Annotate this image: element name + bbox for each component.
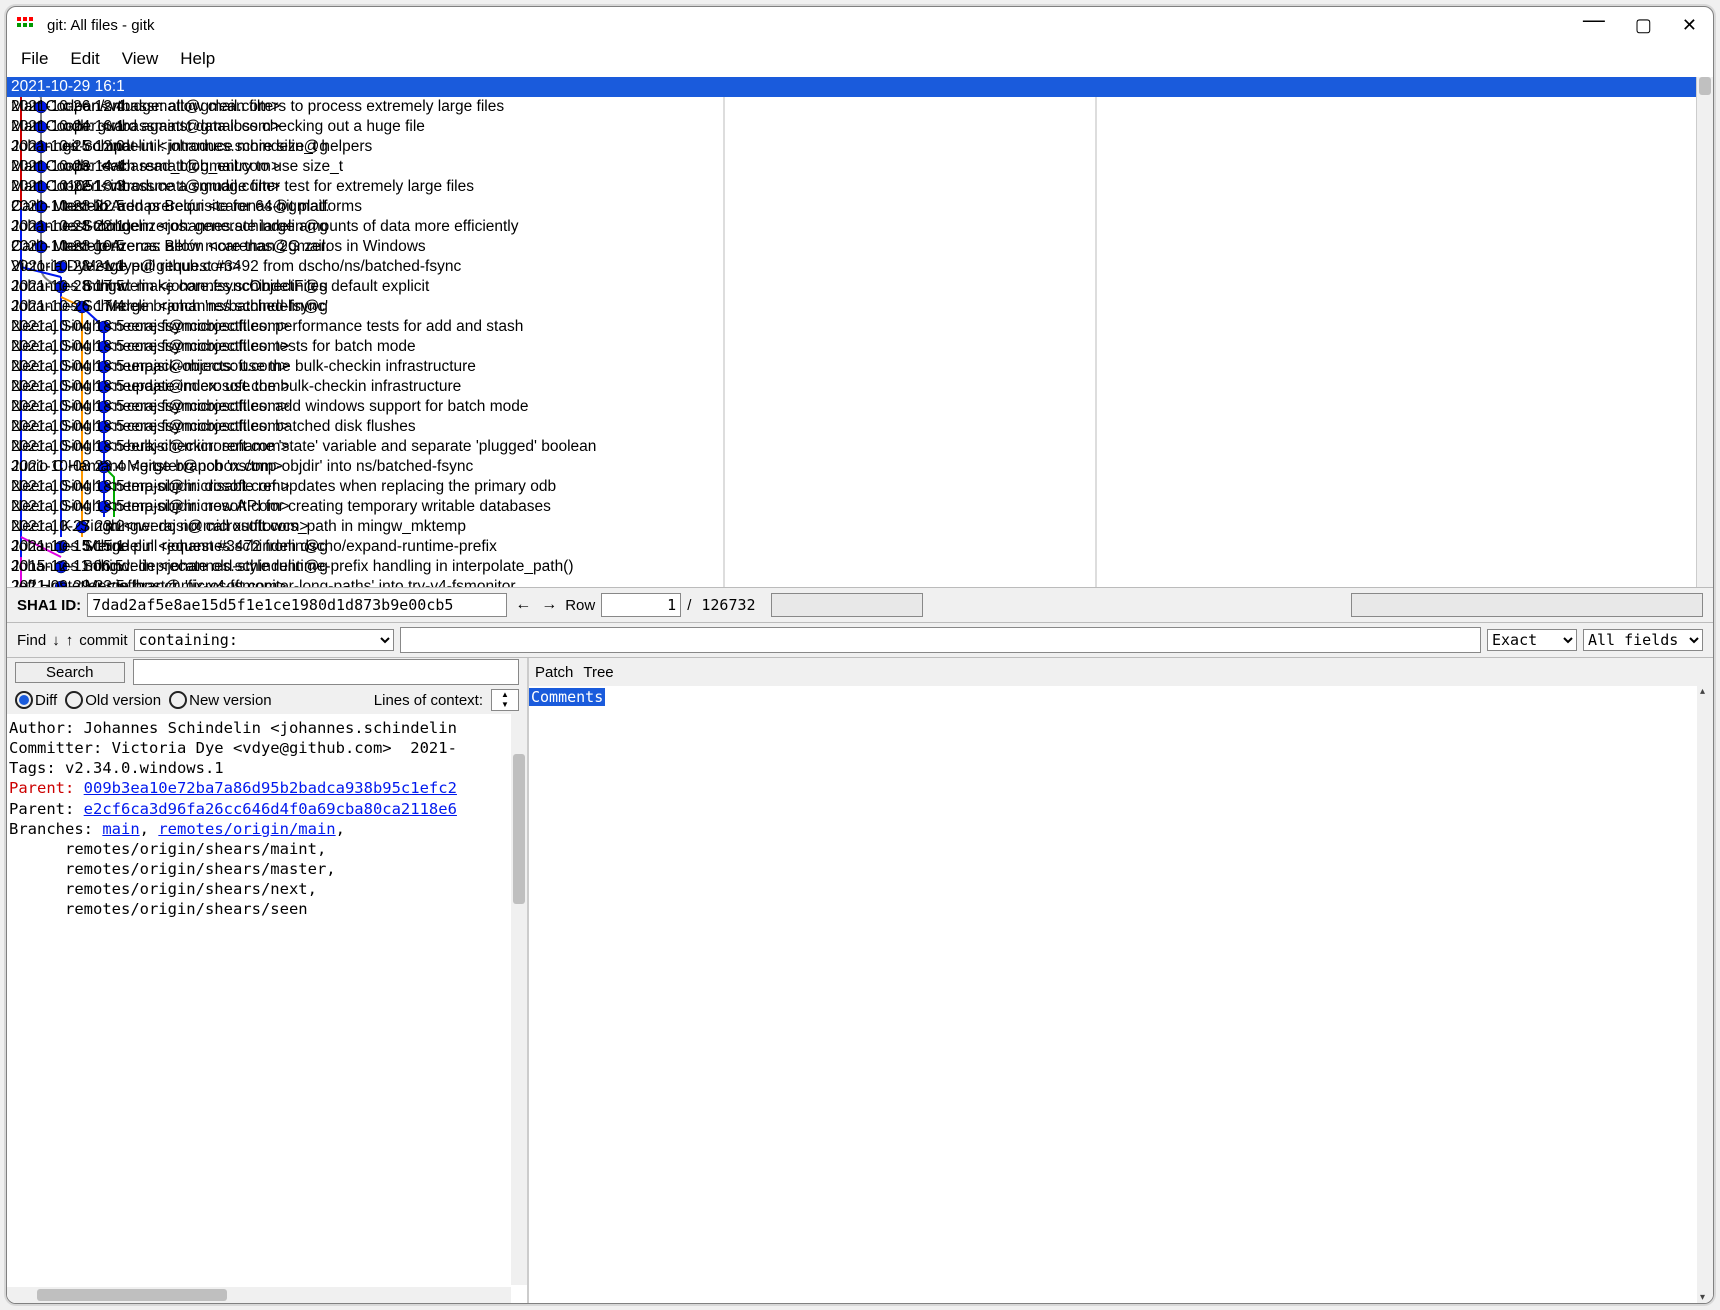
date-cell[interactable]: 2021-10-26 17:4 xyxy=(1095,297,1696,317)
date-cell[interactable]: 2021-10-15 15:1 xyxy=(1095,537,1696,557)
date-cell[interactable]: 2021-10-04 18:5 xyxy=(1095,417,1696,437)
next-commit-icon[interactable]: → xyxy=(539,596,559,614)
row-separator: / xyxy=(687,597,691,614)
find-mode-select[interactable]: containing: xyxy=(134,629,394,651)
row-total xyxy=(697,594,765,616)
gitk-window: git: All files - gitk — ▢ ✕ File Edit Vi… xyxy=(6,6,1714,1304)
radio-patch[interactable]: Patch xyxy=(535,664,573,681)
window-title: git: All files - gitk xyxy=(47,17,1583,34)
date-cell[interactable]: 2021-10-23 14:4 xyxy=(1095,157,1696,177)
date-cell[interactable]: 2021-10-28 10:5 xyxy=(1095,237,1696,257)
find-input[interactable] xyxy=(400,627,1481,653)
date-cell[interactable]: 2021-10-29 16:1 xyxy=(1095,77,1696,97)
date-cell[interactable]: 2021-10-04 18:5 xyxy=(1095,377,1696,397)
maximize-icon[interactable]: ▢ xyxy=(1635,15,1652,36)
row-current-input[interactable] xyxy=(601,593,681,617)
date-cell[interactable]: 2021-10-04 18:5 xyxy=(1095,357,1696,377)
status-slot-1 xyxy=(771,593,923,617)
commit-details[interactable]: Author: Johannes Schindelin <johannes.sc… xyxy=(7,714,527,1303)
date-cell[interactable]: 2021-10-04 18:5 xyxy=(1095,497,1696,517)
date-cell[interactable]: 2021-09-29 23:5 xyxy=(1095,577,1696,587)
date-cell[interactable]: 2021-10-28 21:1 xyxy=(1095,257,1696,277)
menu-help[interactable]: Help xyxy=(180,49,215,69)
search-in-diff-input[interactable] xyxy=(133,659,519,685)
date-column[interactable]: 2021-10-29 16:12021-10-26 12:42021-10-24… xyxy=(1095,77,1696,587)
date-cell[interactable]: 2021-10-22 18:3 xyxy=(1095,177,1696,197)
history-scrollbar[interactable] xyxy=(1696,77,1713,587)
sha-input[interactable] xyxy=(87,593,507,617)
find-up-icon[interactable]: ↑ xyxy=(66,632,74,649)
date-cell[interactable]: 2021-10-04 18:5 xyxy=(1095,437,1696,457)
bottom-panel: Search Diff Old version New version Line… xyxy=(7,658,1713,1303)
radio-diff[interactable]: Diff xyxy=(15,691,57,709)
menu-view[interactable]: View xyxy=(122,49,159,69)
comments-entry[interactable]: Comments xyxy=(529,688,605,706)
sha-bar: SHA1 ID: ← → Row / xyxy=(7,588,1713,623)
date-cell[interactable]: 2021-10-24 16:1 xyxy=(1095,117,1696,137)
find-fields-select[interactable]: All fields xyxy=(1583,629,1703,651)
sha-label: SHA1 ID: xyxy=(17,597,81,614)
date-cell[interactable]: 2021-10-28 17:5 xyxy=(1095,277,1696,297)
file-tree[interactable]: Comments xyxy=(529,686,1713,1303)
date-cell[interactable]: 2015-12-11 06:5 xyxy=(1095,557,1696,577)
find-label: Find xyxy=(17,632,46,649)
date-cell[interactable]: 2021-10-25 12:0 xyxy=(1095,137,1696,157)
menu-edit[interactable]: Edit xyxy=(70,49,99,69)
find-scope: commit xyxy=(79,632,127,649)
lines-of-context-spinner[interactable]: ▲▼ xyxy=(491,689,519,711)
radio-oldversion[interactable]: Old version xyxy=(65,691,161,709)
date-cell[interactable]: 2021-10-28 22:1 xyxy=(1095,217,1696,237)
history-panel: v2.34.0.windows.1—main—remotes/origin/ma… xyxy=(7,77,1713,588)
titlebar: git: All files - gitk — ▢ ✕ xyxy=(7,7,1713,43)
radio-newversion[interactable]: New version xyxy=(169,691,272,709)
commit-hscrollbar[interactable] xyxy=(7,1287,511,1303)
parent1-link[interactable]: 009b3ea10e72ba7a86d95b2badca938b95c1efc2 xyxy=(84,779,457,797)
date-cell[interactable]: 2021-10-28 22:5 xyxy=(1095,197,1696,217)
prev-commit-icon[interactable]: ← xyxy=(513,596,533,614)
app-icon xyxy=(17,17,39,33)
date-cell[interactable]: 2021-10-08 23:4 xyxy=(1095,457,1696,477)
find-exact-select[interactable]: Exact xyxy=(1487,629,1577,651)
find-down-icon[interactable]: ↓ xyxy=(52,632,60,649)
date-cell[interactable]: 2021-10-04 18:5 xyxy=(1095,317,1696,337)
diff-panel: Search Diff Old version New version Line… xyxy=(7,658,529,1303)
date-cell[interactable]: 2021-10-26 12:4 xyxy=(1095,97,1696,117)
parent2-link[interactable]: e2cf6ca3d96fa26cc646d4f0a69cba80ca2118e6 xyxy=(84,800,457,818)
tree-panel: Patch Tree Comments xyxy=(529,658,1713,1303)
date-cell[interactable]: 2021-10-27 23:2 xyxy=(1095,517,1696,537)
close-icon[interactable]: ✕ xyxy=(1682,15,1697,36)
branch-remote-link[interactable]: remotes/origin/main xyxy=(158,820,335,838)
minimize-icon[interactable]: — xyxy=(1583,7,1605,33)
find-bar: Find ↓ ↑ commit containing: Exact All fi… xyxy=(7,623,1713,658)
row-label: Row xyxy=(565,597,595,614)
date-cell[interactable]: 2021-10-04 18:5 xyxy=(1095,397,1696,417)
menubar: File Edit View Help xyxy=(7,43,1713,77)
lines-of-context-label: Lines of context: xyxy=(374,692,483,709)
date-cell[interactable]: 2021-10-04 18:5 xyxy=(1095,477,1696,497)
status-slot-2 xyxy=(1351,593,1703,617)
radio-tree[interactable]: Tree xyxy=(583,664,613,681)
tree-scrollbar[interactable] xyxy=(1697,686,1713,1303)
search-button[interactable]: Search xyxy=(15,662,125,683)
menu-file[interactable]: File xyxy=(21,49,48,69)
commit-vscrollbar[interactable] xyxy=(511,714,527,1285)
branch-main-link[interactable]: main xyxy=(102,820,139,838)
date-cell[interactable]: 2021-10-04 18:5 xyxy=(1095,337,1696,357)
